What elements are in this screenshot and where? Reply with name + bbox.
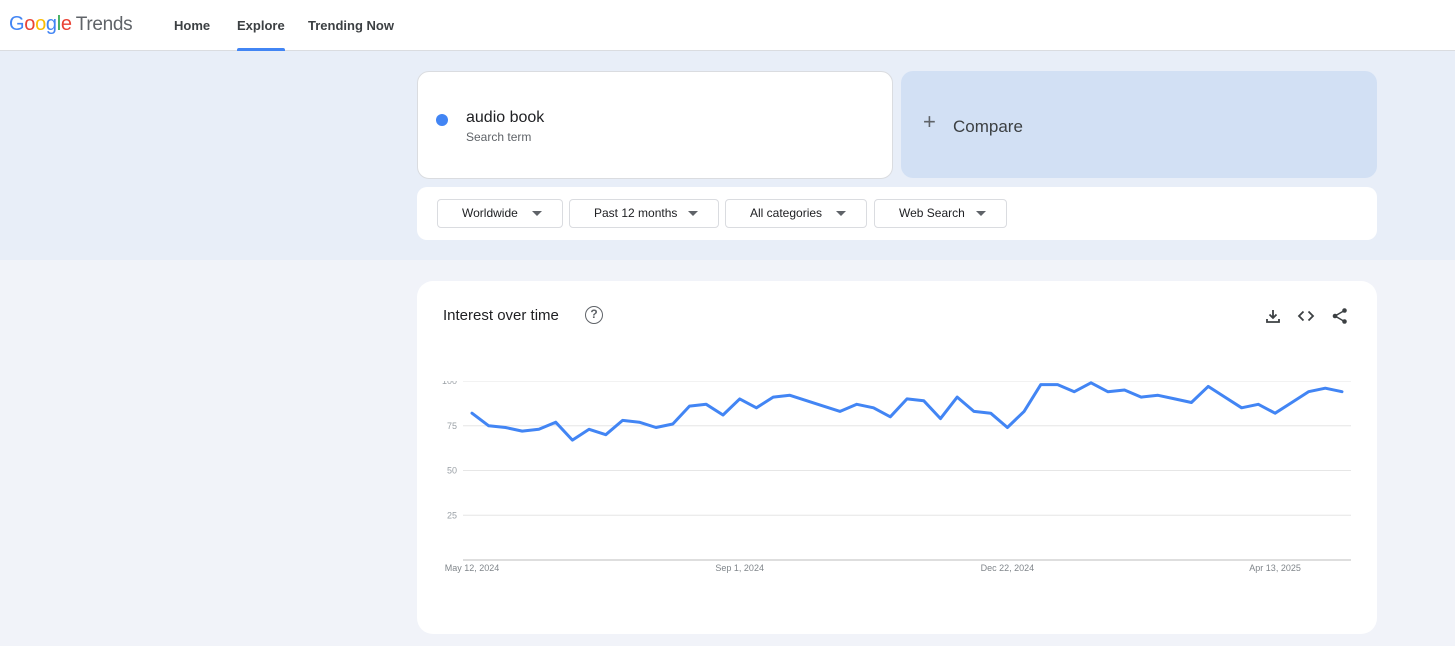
interest-line-chart: 25 50 75 100 May 12, 2024 Sep 1, 2024 Dec 22, … bbox=[442, 381, 1351, 573]
embed-code-icon[interactable] bbox=[1297, 307, 1315, 325]
nav-home[interactable]: Home bbox=[174, 0, 210, 51]
caret-down-icon bbox=[688, 211, 698, 216]
search-property-value: Web Search bbox=[899, 206, 965, 220]
time-range-dropdown[interactable]: Past 12 months bbox=[569, 199, 719, 228]
search-term-type: Search term bbox=[466, 130, 532, 144]
y-tick-label: 75 bbox=[447, 421, 457, 431]
filter-bar: Worldwide Past 12 months All categories … bbox=[417, 187, 1377, 240]
nav-trending-now[interactable]: Trending Now bbox=[308, 0, 394, 51]
interest-over-time-card: Interest over time ? 25 50 75 100 May 12, 20… bbox=[417, 281, 1377, 634]
caret-down-icon bbox=[976, 211, 986, 216]
compare-label: Compare bbox=[953, 117, 1023, 136]
help-icon[interactable]: ? bbox=[585, 306, 603, 324]
logo-letter: e bbox=[60, 13, 72, 35]
series-line-audio-book bbox=[470, 381, 1344, 442]
location-value: Worldwide bbox=[462, 206, 518, 220]
x-tick-label: Dec 22, 2024 bbox=[981, 563, 1035, 573]
x-tick-label: Sep 1, 2024 bbox=[715, 563, 764, 573]
nav-explore[interactable]: Explore bbox=[237, 0, 285, 51]
search-term-name[interactable]: audio book bbox=[466, 109, 544, 127]
chart-title: Interest over time bbox=[443, 307, 559, 324]
logo-product-name: Trends bbox=[75, 14, 133, 35]
x-tick-label: May 12, 2024 bbox=[445, 563, 500, 573]
google-trends-logo[interactable]: Google Trends bbox=[9, 13, 133, 36]
caret-down-icon bbox=[532, 211, 542, 216]
logo-letter: g bbox=[45, 13, 57, 35]
plus-icon: + bbox=[923, 109, 936, 134]
search-property-dropdown[interactable]: Web Search bbox=[874, 199, 1007, 228]
caret-down-icon bbox=[836, 211, 846, 216]
y-tick-label: 100 bbox=[442, 381, 457, 386]
share-icon[interactable] bbox=[1331, 307, 1349, 325]
term-color-dot bbox=[436, 114, 448, 126]
top-app-bar: Google Trends Home Explore Trending Now bbox=[0, 0, 1455, 51]
logo-letter: o bbox=[35, 13, 46, 35]
category-value: All categories bbox=[750, 206, 823, 220]
y-tick-label: 25 bbox=[447, 510, 457, 520]
y-tick-label: 50 bbox=[447, 466, 457, 476]
compare-button[interactable]: + Compare bbox=[901, 71, 1377, 178]
logo-letter: G bbox=[9, 13, 25, 35]
time-range-value: Past 12 months bbox=[594, 206, 678, 220]
x-tick-label: Apr 13, 2025 bbox=[1249, 563, 1301, 573]
location-dropdown[interactable]: Worldwide bbox=[437, 199, 563, 228]
download-icon[interactable] bbox=[1264, 307, 1282, 325]
logo-letter: o bbox=[24, 13, 36, 35]
search-term-card[interactable]: audio book Search term bbox=[417, 71, 893, 179]
category-dropdown[interactable]: All categories bbox=[725, 199, 867, 228]
